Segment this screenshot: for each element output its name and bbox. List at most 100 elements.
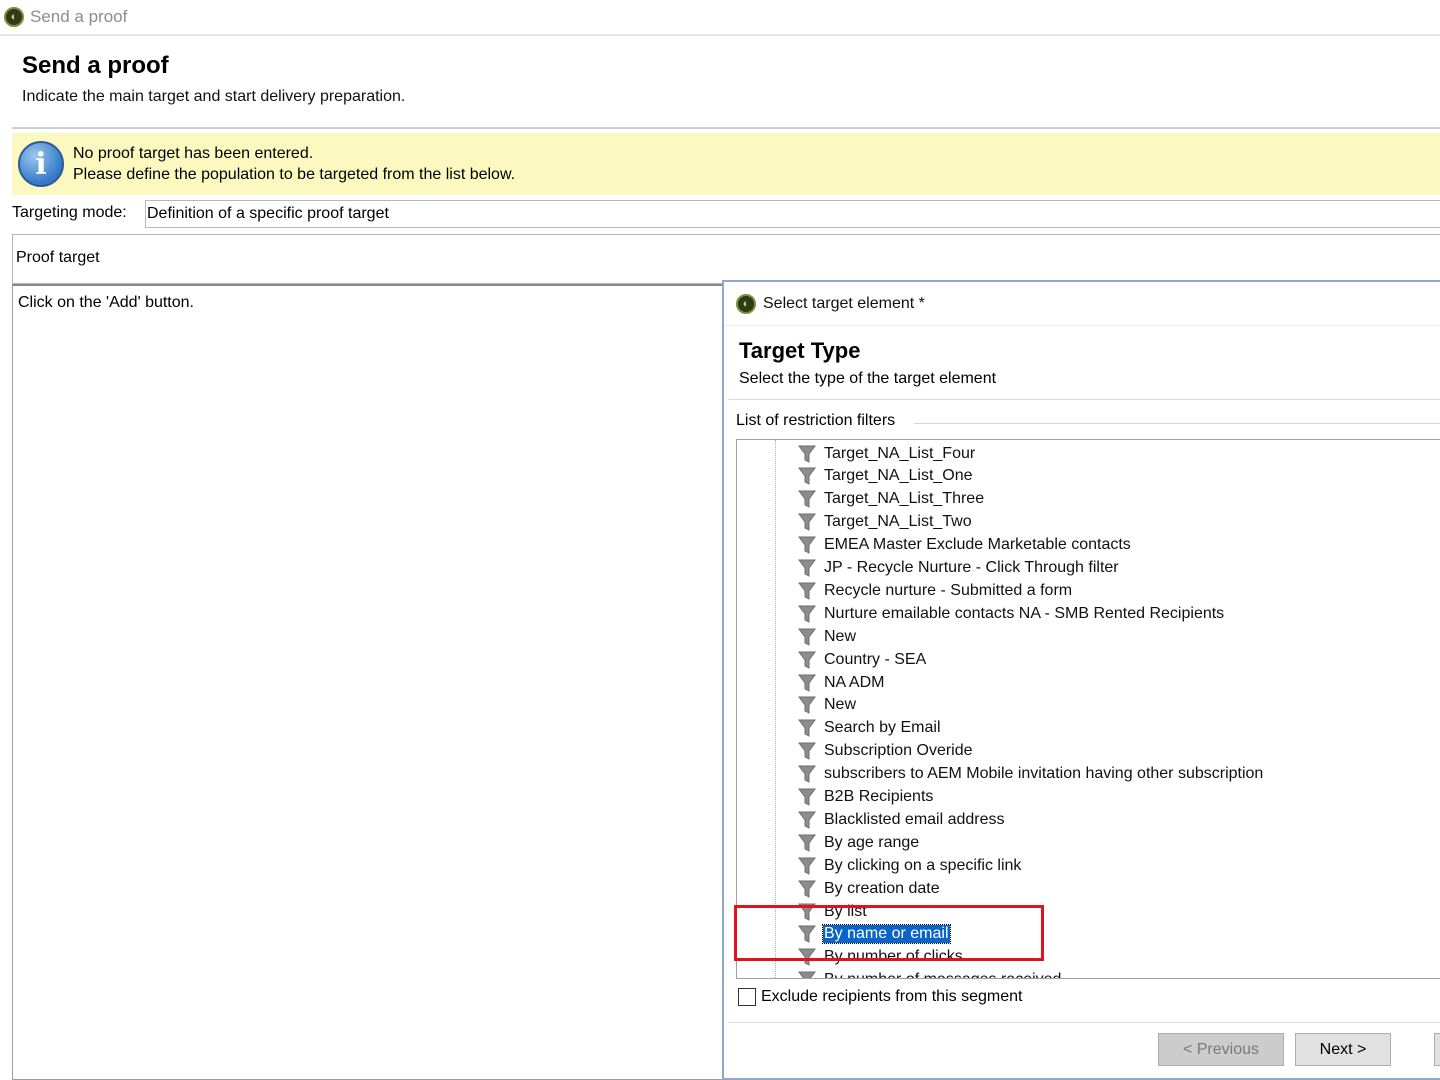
info-message: No proof target has been entered. Please… (73, 143, 515, 185)
filter-item[interactable]: By age range (797, 831, 920, 854)
filter-item[interactable]: NA ADM (797, 671, 885, 694)
filter-item-label: Recycle nurture - Submitted a form (824, 581, 1073, 599)
filter-item[interactable]: Target_NA_List_One (797, 465, 974, 488)
exclude-checkbox[interactable] (738, 988, 756, 1006)
cancel-button[interactable] (1434, 1033, 1440, 1066)
filter-item-label: Target_NA_List_One (824, 467, 973, 485)
filter-funnel-icon (797, 488, 817, 510)
filter-item[interactable]: By number of clicks (797, 946, 964, 969)
filter-item-label: By list (824, 902, 867, 920)
filter-item-label: Subscription Overide (824, 742, 973, 760)
tab-proof-target[interactable]: Proof target (12, 234, 1440, 284)
filter-item[interactable]: Search by Email (797, 717, 942, 740)
filter-item[interactable]: By name or email (797, 923, 951, 946)
filter-item-label: Search by Email (824, 719, 941, 737)
filter-item-label: By name or email (822, 924, 951, 945)
filter-funnel-icon (797, 580, 817, 602)
filter-item-label: New (824, 627, 857, 645)
page-header: Send a proof Indicate the main target an… (22, 52, 405, 106)
filter-item[interactable]: subscribers to AEM Mobile invitation hav… (797, 763, 1264, 786)
dialog-heading: Target Type (739, 338, 861, 363)
filter-item-label: Country - SEA (824, 650, 927, 668)
info-line-1: No proof target has been entered. (73, 145, 314, 162)
filter-item-label: B2B Recipients (824, 788, 934, 805)
filter-funnel-icon (797, 443, 817, 465)
proof-target-hint: Click on the 'Add' button. (18, 294, 194, 311)
filter-funnel-icon (797, 763, 817, 785)
filter-item-label: subscribers to AEM Mobile invitation hav… (824, 765, 1264, 783)
next-button-label: Next > (1319, 1040, 1367, 1058)
filter-item[interactable]: EMEA Master Exclude Marketable contacts (797, 534, 1132, 557)
previous-button[interactable]: < Previous (1158, 1033, 1284, 1066)
dialog-app-icon: ◐ (736, 293, 756, 314)
dialog-divider (728, 399, 1440, 400)
filter-item-label: Target_NA_List_Two (824, 513, 972, 531)
tab-proof-target-label: Proof target (16, 249, 100, 266)
window-titlebar: ◐ Send a proof (0, 0, 1440, 36)
dialog-titlebar: ◐ Select target element * (724, 282, 1440, 326)
filter-item-label: EMEA Master Exclude Marketable contacts (824, 536, 1131, 554)
previous-button-label: < Previous (1182, 1040, 1260, 1058)
page-subtitle: Indicate the main target and start deliv… (22, 88, 406, 105)
filter-funnel-icon (797, 557, 817, 579)
filter-item[interactable]: Recycle nurture - Submitted a form (797, 579, 1073, 602)
info-line-2: Please define the population to be targe… (73, 166, 516, 183)
filter-item-label: By age range (824, 833, 920, 851)
dialog-subheading: Select the type of the target element (739, 370, 997, 387)
exclude-label: Exclude recipients from this segment (761, 988, 1023, 1005)
filter-item-label: NA ADM (824, 673, 885, 691)
header-divider (12, 127, 1440, 129)
filter-funnel-icon (797, 923, 817, 945)
filter-item-label: Nurture emailable contacts NA - SMB Rent… (824, 604, 1225, 622)
filter-item-label: By number of messages received (823, 971, 1062, 978)
filter-item-label: New (824, 696, 857, 714)
targeting-mode-select[interactable]: Definition of a specific proof target (145, 200, 1440, 228)
group-divider (914, 423, 1440, 424)
filter-item[interactable]: JP - Recycle Nurture - Click Through fil… (797, 557, 1120, 580)
filter-funnel-icon (797, 832, 817, 854)
filter-item[interactable]: By number of messages received (797, 969, 1062, 978)
filter-item[interactable]: By list (797, 900, 868, 923)
filter-item[interactable]: Blacklisted email address (797, 808, 1006, 831)
filter-item[interactable]: Target_NA_List_Three (797, 488, 985, 511)
targeting-mode-row: Targeting mode: Definition of a specific… (12, 200, 1440, 228)
filter-funnel-icon (797, 465, 817, 487)
filter-item[interactable]: Target_NA_List_Four (797, 442, 976, 465)
filter-item-label: Blacklisted email address (824, 810, 1005, 828)
filter-funnel-icon (797, 855, 817, 877)
filters-group-label: List of restriction filters (736, 412, 899, 430)
filter-funnel-icon (797, 511, 817, 533)
filter-item[interactable]: Country - SEA (797, 648, 927, 671)
restriction-filters-list[interactable]: Target_NA_List_Four Target_NA_List_One Tar… (736, 439, 1440, 979)
filter-item[interactable]: New (797, 625, 857, 648)
filter-funnel-icon (797, 901, 817, 923)
filter-item-label: JP - Recycle Nurture - Click Through fil… (824, 559, 1119, 576)
targeting-mode-label: Targeting mode: (12, 204, 127, 221)
filter-item[interactable]: Nurture emailable contacts NA - SMB Rent… (797, 602, 1225, 625)
filter-item[interactable]: New (797, 694, 857, 717)
filter-funnel-icon (797, 786, 817, 808)
next-button[interactable]: Next > (1295, 1033, 1391, 1066)
filter-item[interactable]: By creation date (797, 877, 941, 900)
filter-funnel-icon (797, 946, 817, 968)
dialog-title: Select target element * (763, 294, 925, 312)
filter-item[interactable]: Target_NA_List_Two (797, 511, 973, 534)
filter-funnel-icon (797, 969, 817, 978)
exclude-row: Exclude recipients from this segment (738, 988, 1022, 1006)
filter-item-label: Target_NA_List_Four (824, 444, 976, 462)
filter-item-label: By clicking on a specific link (824, 856, 1022, 874)
app-logo-icon: ◐ (4, 7, 24, 27)
filter-funnel-icon (797, 809, 817, 831)
filter-funnel-icon (797, 878, 817, 900)
select-target-dialog: ◐ Select target element * Target Type Se… (722, 280, 1440, 1080)
filter-funnel-icon (797, 740, 817, 762)
window-title: Send a proof (30, 7, 128, 26)
filter-funnel-icon (797, 603, 817, 625)
info-icon: i (18, 141, 64, 187)
filter-item-label: By number of clicks (824, 948, 963, 966)
tree-connector (775, 440, 776, 978)
filter-item[interactable]: Subscription Overide (797, 740, 974, 763)
proof-target-panel: Click on the 'Add' button. (12, 284, 724, 1080)
filter-item[interactable]: By clicking on a specific link (797, 854, 1022, 877)
filter-item[interactable]: B2B Recipients (797, 786, 934, 809)
